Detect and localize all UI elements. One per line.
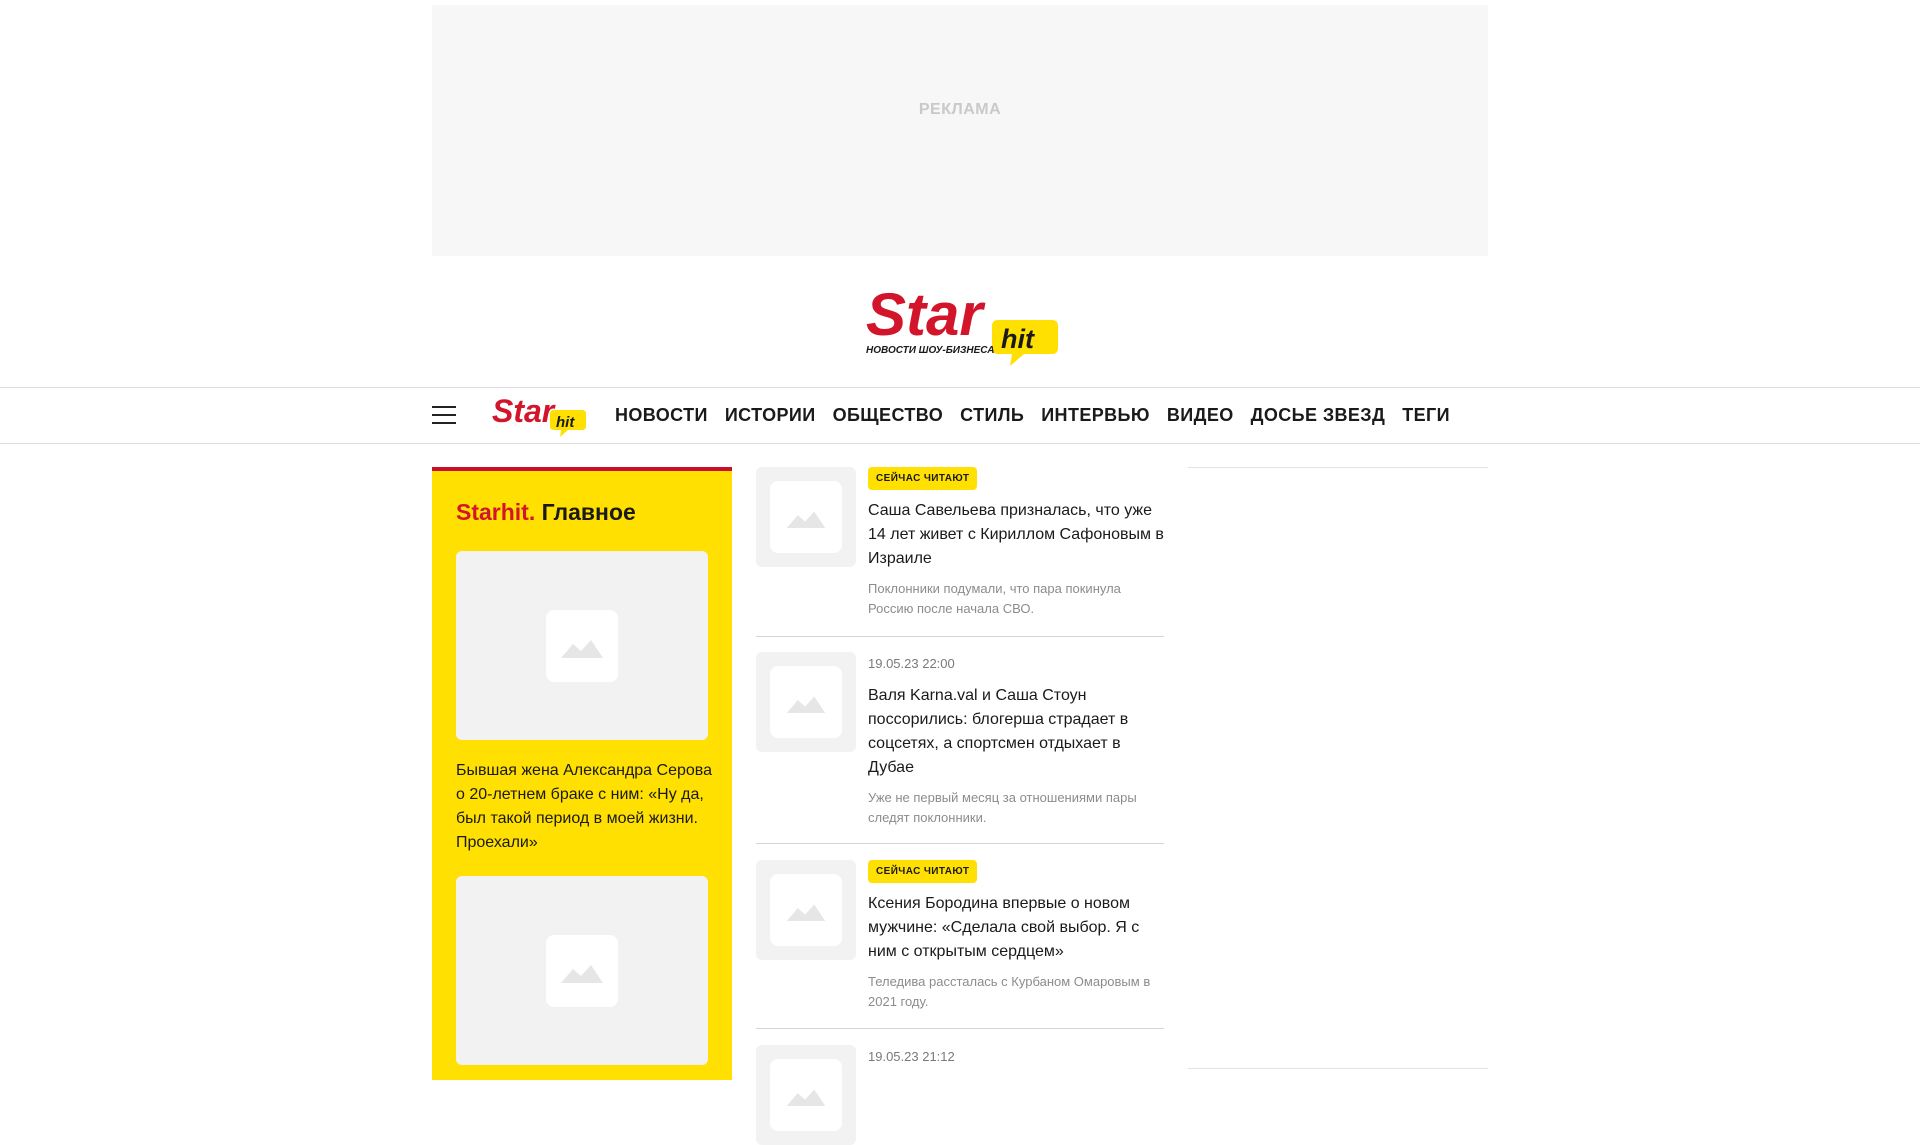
image-placeholder-icon — [770, 666, 842, 738]
nav-item-society[interactable]: ОБЩЕСТВО — [833, 405, 944, 426]
nav-item-video[interactable]: ВИДЕО — [1167, 405, 1234, 426]
starhit-small-logo-icon: Star hit — [492, 393, 586, 437]
main-card-image[interactable] — [456, 551, 708, 740]
feed-thumbnail[interactable] — [756, 1045, 856, 1145]
feed-item[interactable]: 19.05.23 21:12 — [756, 1045, 1164, 1145]
nav-item-star-dossier[interactable]: ДОСЬЕ ЗВЕЗД — [1251, 405, 1386, 426]
right-sidebar — [1188, 467, 1488, 1069]
feed-item-title[interactable]: Валя Karna.val и Саша Стоун поссорились:… — [868, 684, 1164, 780]
feed-item[interactable]: СЕЙЧАС ЧИТАЮТ Саша Савельева призналась,… — [756, 467, 1164, 637]
nav-logo[interactable]: Star hit — [492, 393, 587, 438]
svg-text:Star: Star — [492, 394, 556, 429]
menu-icon[interactable] — [432, 406, 456, 426]
image-placeholder-icon — [770, 1059, 842, 1131]
main-block-title: Starhit. Главное — [456, 499, 636, 526]
svg-text:hit: hit — [1001, 324, 1035, 354]
ad-label: РЕКЛАМА — [918, 100, 1002, 118]
feed-item[interactable]: 19.05.23 22:00 Валя Karna.val и Саша Сто… — [756, 652, 1164, 844]
nav-items: НОВОСТИ ИСТОРИИ ОБЩЕСТВО СТИЛЬ ИНТЕРВЬЮ … — [615, 388, 1467, 443]
feed-item-title[interactable]: Саша Савельева призналась, что уже 14 ле… — [868, 499, 1164, 571]
trending-badge: СЕЙЧАС ЧИТАЮТ — [868, 467, 978, 490]
feed-item-lead: Теледива рассталась с Курбаном Омаровым … — [868, 974, 1151, 1009]
site-logo[interactable]: Star hit НОВОСТИ ШОУ-БИЗНЕСА — [864, 280, 1064, 372]
nav-item-stories[interactable]: ИСТОРИИ — [725, 405, 816, 426]
nav-item-news[interactable]: НОВОСТИ — [615, 405, 708, 426]
advertisement-banner[interactable]: РЕКЛАМА — [432, 5, 1488, 256]
feed-item-lead: Поклонники подумали, что пара покинула Р… — [868, 581, 1121, 616]
main-card-title[interactable]: Бывшая жена Александра Серова о 20-летне… — [456, 759, 712, 855]
main-navigation: Star hit НОВОСТИ ИСТОРИИ ОБЩЕСТВО СТИЛЬ … — [0, 387, 1920, 444]
nav-item-style[interactable]: СТИЛЬ — [960, 405, 1024, 426]
image-placeholder-icon — [770, 874, 842, 946]
feed-item-date: 19.05.23 21:12 — [868, 1049, 955, 1064]
image-placeholder-icon — [546, 934, 618, 1007]
feed-item[interactable]: СЕЙЧАС ЧИТАЮТ Ксения Бородина впервые о … — [756, 860, 1164, 1029]
feed-item-title[interactable]: Ксения Бородина впервые о новом мужчине:… — [868, 892, 1164, 964]
svg-text:hit: hit — [556, 414, 575, 431]
main-card-image[interactable] — [456, 876, 708, 1065]
feed-item-lead: Уже не первый месяц за отношениями пары … — [868, 790, 1137, 825]
feed-thumbnail[interactable] — [756, 860, 856, 960]
main-title-brand: Starhit. — [456, 499, 536, 525]
svg-text:НОВОСТИ ШОУ-БИЗНЕСА: НОВОСТИ ШОУ-БИЗНЕСА — [866, 345, 995, 356]
nav-item-interview[interactable]: ИНТЕРВЬЮ — [1041, 405, 1150, 426]
image-placeholder-icon — [770, 481, 842, 553]
image-placeholder-icon — [546, 609, 618, 682]
feed-thumbnail[interactable] — [756, 467, 856, 567]
feed-item-date: 19.05.23 22:00 — [868, 656, 955, 671]
main-title-text: Главное — [541, 499, 636, 525]
svg-text:Star: Star — [866, 281, 986, 348]
feed-thumbnail[interactable] — [756, 652, 856, 752]
nav-item-tags[interactable]: ТЕГИ — [1402, 405, 1450, 426]
trending-badge: СЕЙЧАС ЧИТАЮТ — [868, 860, 978, 883]
main-stories-block: Starhit. Главное Бывшая жена Александра … — [432, 467, 732, 1080]
starhit-logo-icon: Star hit НОВОСТИ ШОУ-БИЗНЕСА — [866, 281, 1058, 366]
